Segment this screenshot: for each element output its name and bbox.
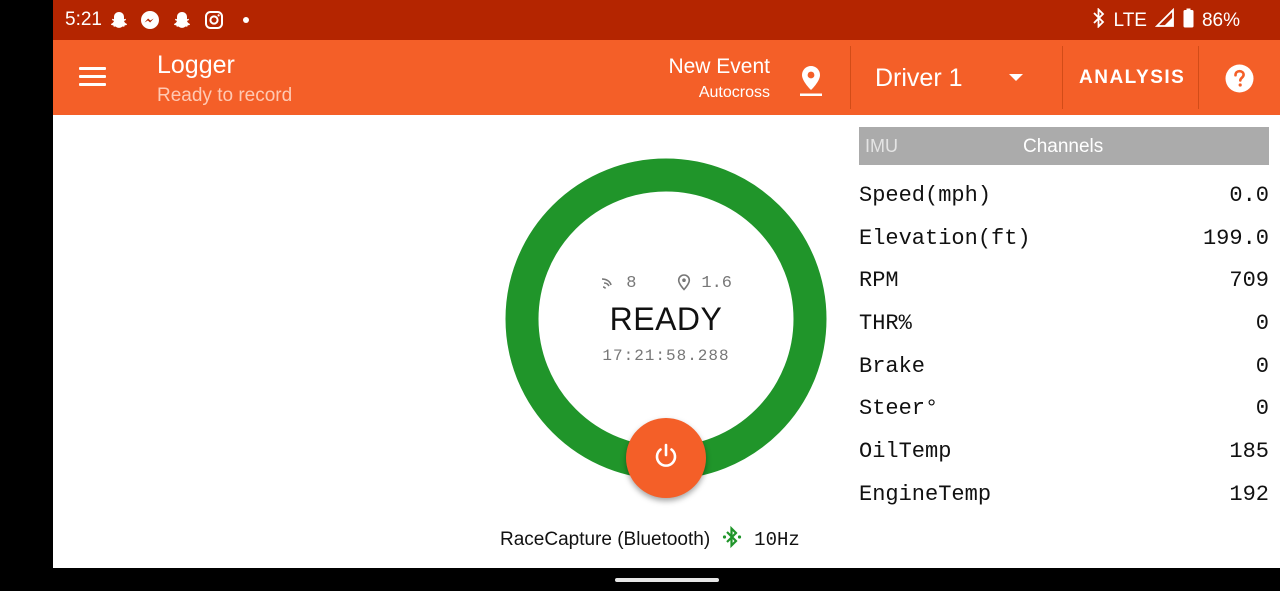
channel-name: Elevation(ft) xyxy=(859,225,1031,251)
gps-status: 8 1.6 xyxy=(505,274,827,293)
panel-tabs: IMU Channels xyxy=(859,127,1269,165)
channel-value: 709 xyxy=(1229,268,1269,294)
channel-row: Elevation(ft) 199.0 xyxy=(859,217,1269,260)
power-icon xyxy=(651,441,681,476)
record-power-button[interactable] xyxy=(626,418,706,498)
divider xyxy=(850,46,851,109)
channel-value: 0 xyxy=(1255,396,1269,422)
channel-list: Speed(mph) 0.0 Elevation(ft) 199.0 RPM 709 … xyxy=(859,174,1269,516)
connection-status: RaceCapture (Bluetooth) 10Hz xyxy=(500,525,800,555)
satellite-icon xyxy=(600,274,616,293)
signal-icon xyxy=(1154,7,1175,34)
logger-state: READY xyxy=(609,301,723,337)
sample-rate: 10Hz xyxy=(754,529,800,551)
status-bar: 5:21 LTE 86% xyxy=(53,0,1280,40)
event-name: New Event xyxy=(668,55,770,78)
channel-name: Speed(mph) xyxy=(859,182,992,208)
channel-name: THR% xyxy=(859,310,912,336)
satellite-count: 8 xyxy=(626,274,637,293)
channel-name: Brake xyxy=(859,353,926,379)
divider xyxy=(1198,46,1199,109)
snapchat-icon xyxy=(171,9,193,31)
analysis-button[interactable]: ANALYSIS xyxy=(1079,67,1185,89)
channel-name: Steer° xyxy=(859,396,939,422)
menu-icon[interactable] xyxy=(79,65,107,89)
battery-percent: 86% xyxy=(1201,10,1240,31)
network-type: LTE xyxy=(1113,10,1147,31)
snapchat-icon xyxy=(108,9,130,31)
channel-row: EngineTemp 192 xyxy=(859,473,1269,516)
gesture-nav-handle[interactable] xyxy=(615,578,719,582)
gps-timestamp: 17:21:58.288 xyxy=(602,347,730,365)
channel-row: THR% 0 xyxy=(859,302,1269,345)
channel-row: Speed(mph) 0.0 xyxy=(859,174,1269,217)
channel-row: Steer° 0 xyxy=(859,387,1269,430)
channel-value: 192 xyxy=(1229,481,1269,507)
channel-name: OilTemp xyxy=(859,438,952,464)
bluetooth-icon xyxy=(1092,7,1106,34)
driver-selector[interactable]: Driver 1 xyxy=(875,64,963,93)
channel-value: 0 xyxy=(1255,310,1269,336)
event-type: Autocross xyxy=(698,84,770,101)
instagram-icon xyxy=(203,9,225,31)
channel-value: 185 xyxy=(1229,438,1269,464)
battery-icon xyxy=(1183,8,1194,34)
messenger-icon xyxy=(139,9,161,31)
app-screen: 5:21 LTE 86% Logger Ready to record New … xyxy=(53,0,1280,568)
channel-value: 0.0 xyxy=(1229,182,1269,208)
connection-device: RaceCapture (Bluetooth) xyxy=(500,529,711,550)
channel-row: RPM 709 xyxy=(859,259,1269,302)
page-title: Logger xyxy=(157,51,235,79)
app-bar: Logger Ready to record New Event Autocro… xyxy=(53,40,1280,115)
help-icon[interactable] xyxy=(1225,64,1254,93)
location-pin-icon[interactable] xyxy=(797,64,825,98)
status-right: LTE 86% xyxy=(1092,7,1240,34)
tab-imu[interactable]: IMU xyxy=(865,136,898,157)
divider xyxy=(1062,46,1063,109)
channel-name: RPM xyxy=(859,268,899,294)
channel-row: Brake 0 xyxy=(859,345,1269,388)
gps-pin-icon xyxy=(677,274,691,293)
status-time: 5:21 xyxy=(65,9,102,30)
gps-quality: 1.6 xyxy=(701,274,733,293)
bluetooth-connected-icon xyxy=(722,525,742,555)
channel-row: OilTemp 185 xyxy=(859,430,1269,473)
more-dot-icon xyxy=(235,9,257,31)
event-selector[interactable]: New Event Autocross xyxy=(668,55,770,102)
page-subtitle: Ready to record xyxy=(157,85,293,106)
channel-value: 199.0 xyxy=(1202,225,1269,251)
channel-value: 0 xyxy=(1255,353,1269,379)
channel-name: EngineTemp xyxy=(859,481,992,507)
chevron-down-icon[interactable] xyxy=(1009,74,1023,81)
tab-channels[interactable]: Channels xyxy=(1023,136,1103,158)
